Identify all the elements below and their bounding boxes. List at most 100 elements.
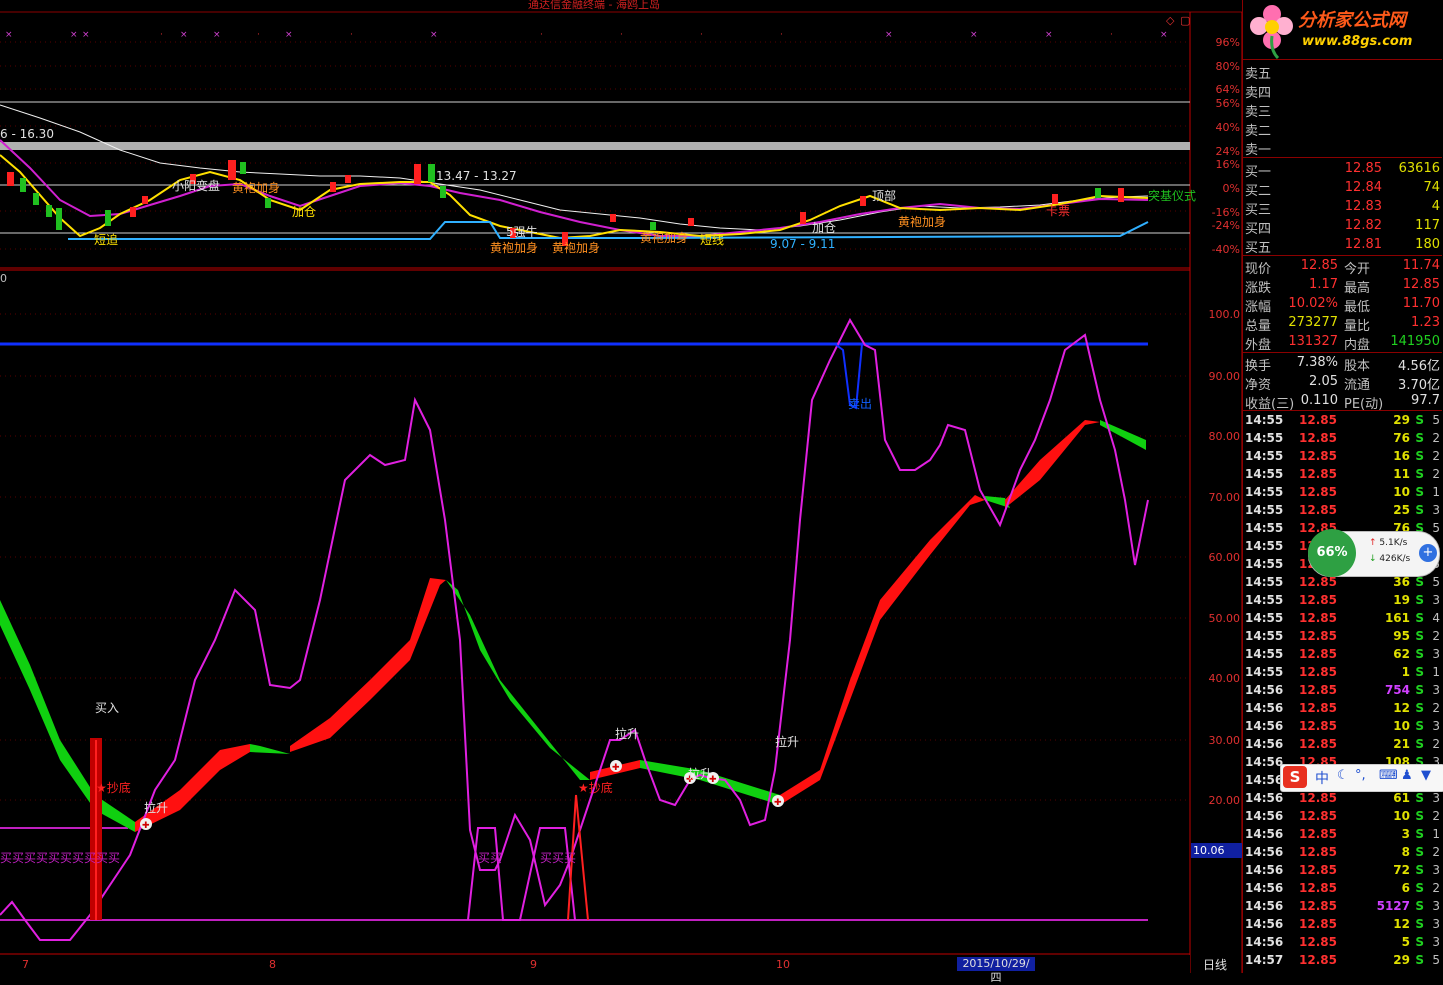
shirt-icon[interactable]: ▼ xyxy=(1421,768,1431,783)
tick-row[interactable]: 14:55 12.85 76 S 2 xyxy=(1243,430,1442,448)
brand-url: www.88gs.com xyxy=(1302,34,1413,49)
svg-text:短追: 短追 xyxy=(94,232,118,247)
tick-row[interactable]: 14:57 12.85 29 S 5 xyxy=(1243,952,1442,970)
svg-text:黄袍加身: 黄袍加身 xyxy=(552,240,600,255)
download-speed: ↓ 426K/s xyxy=(1369,554,1411,564)
svg-text:加仓: 加仓 xyxy=(812,221,836,235)
buy-row-5[interactable]: 买五 12.81 180 xyxy=(1243,236,1442,256)
keyboard-icon[interactable]: ⌨ xyxy=(1379,768,1398,783)
buy-row-2[interactable]: 买二 12.84 74 xyxy=(1243,179,1442,199)
magenta-oscillator xyxy=(0,317,1149,941)
tick-row[interactable]: 14:55 12.85 29 S 5 xyxy=(1243,412,1442,430)
svg-text:突基仪式: 突基仪式 xyxy=(1148,188,1196,203)
tick-row[interactable]: 14:55 12.85 62 S 3 xyxy=(1243,646,1442,664)
svg-text:24%: 24% xyxy=(1216,145,1240,158)
svg-text:×: × xyxy=(430,30,438,40)
svg-text:×: × xyxy=(70,30,78,40)
buy-row-3[interactable]: 买三 12.83 4 xyxy=(1243,198,1442,218)
tick-row[interactable]: 14:56 12.85 3 S 1 xyxy=(1243,826,1442,844)
tick-row[interactable]: 14:56 12.85 6 S 2 xyxy=(1243,880,1442,898)
cursor-date: 2015/10/29/四 xyxy=(957,957,1035,984)
svg-text:黄袍加身: 黄袍加身 xyxy=(898,214,946,229)
svg-text:★抄底: ★抄底 xyxy=(96,780,131,795)
tick-row[interactable]: 14:55 12.85 1 S 1 xyxy=(1243,664,1442,682)
buy-row-4[interactable]: 买四 12.82 117 xyxy=(1243,217,1442,237)
svg-text:▢: ▢ xyxy=(1180,14,1190,27)
tick-row[interactable]: 14:56 12.85 5127 S 3 xyxy=(1243,898,1442,916)
svg-text:64%: 64% xyxy=(1216,83,1240,96)
bottom-right-axis: 100.0 90.00 80.00 70.00 60.00 50.00 40.0… xyxy=(1209,308,1241,807)
tick-row[interactable]: 14:56 12.85 72 S 3 xyxy=(1243,862,1442,880)
svg-text:-16%: -16% xyxy=(1212,206,1240,219)
svg-text:-24%: -24% xyxy=(1212,219,1240,232)
svg-text:×: × xyxy=(213,30,221,40)
tick-row[interactable]: 14:55 12.85 16 S 2 xyxy=(1243,448,1442,466)
ime-logo-icon[interactable]: S xyxy=(1283,766,1307,788)
memory-percent[interactable]: 66% xyxy=(1308,529,1356,577)
svg-text:短线: 短线 xyxy=(700,233,724,247)
tick-row[interactable]: 14:56 12.85 12 S 3 xyxy=(1243,916,1442,934)
svg-text:90.00: 90.00 xyxy=(1209,370,1241,383)
svg-text:×: × xyxy=(1045,30,1053,40)
svg-text:黄袍加身: 黄袍加身 xyxy=(640,230,688,245)
plus-icon[interactable]: + xyxy=(1419,544,1437,562)
sell-row-4[interactable]: 卖四 xyxy=(1243,81,1442,101)
tick-row[interactable]: 14:56 12.85 61 S 3 xyxy=(1243,790,1442,808)
moon-icon[interactable]: ☾ xyxy=(1337,768,1349,783)
stat-row: 涨幅 10.02% 最低 11.70 xyxy=(1245,296,1440,315)
x-label: 7 xyxy=(22,958,29,971)
tick-row[interactable]: 14:55 12.85 19 S 3 xyxy=(1243,592,1442,610)
svg-text:拉升: 拉升 xyxy=(144,800,168,815)
svg-text:买买: 买买 xyxy=(478,851,502,865)
tick-row[interactable]: 14:55 12.85 95 S 2 xyxy=(1243,628,1442,646)
down-arrow-icon: ↓ xyxy=(1369,554,1377,564)
svg-text:5强牛: 5强牛 xyxy=(506,224,538,239)
svg-text:★抄底: ★抄底 xyxy=(578,780,613,795)
svg-text:×: × xyxy=(885,30,893,40)
sell-row-5[interactable]: 卖五 xyxy=(1243,62,1442,82)
ime-mode[interactable]: 中 xyxy=(1315,768,1329,788)
tick-row[interactable]: 14:56 12.85 10 S 3 xyxy=(1243,718,1442,736)
svg-text:0%: 0% xyxy=(1223,182,1240,195)
svg-text:◇: ◇ xyxy=(1166,14,1175,27)
sell-row-3[interactable]: 卖三 xyxy=(1243,100,1442,120)
tick-row[interactable]: 14:55 12.85 11 S 2 xyxy=(1243,466,1442,484)
tick-row[interactable]: 14:55 12.85 25 S 3 xyxy=(1243,502,1442,520)
tick-row[interactable]: 14:56 12.85 754 S 3 xyxy=(1243,682,1442,700)
trend-band xyxy=(0,420,1146,832)
person-icon[interactable]: ♟ xyxy=(1401,768,1413,783)
period-selector[interactable]: 日线 xyxy=(1203,956,1227,973)
svg-text:·: · xyxy=(350,30,353,40)
chart-area[interactable]: × × × × × × × × × × × · · · · · · · · 6 … xyxy=(0,0,1242,973)
punct-icon[interactable]: °, xyxy=(1355,768,1366,783)
sell-row-2[interactable]: 卖二 xyxy=(1243,119,1442,139)
stat-row: 净资 2.05 流通 3.70亿 xyxy=(1245,374,1440,393)
stat-row: 总量 273277 量比 1.23 xyxy=(1245,315,1440,334)
tick-row[interactable]: 14:56 12.85 8 S 2 xyxy=(1243,844,1442,862)
tick-row[interactable]: 14:55 12.85 10 S 1 xyxy=(1243,484,1442,502)
brand-name: 分析家公式网 xyxy=(1298,10,1406,31)
svg-text:×: × xyxy=(5,30,13,40)
svg-text:×: × xyxy=(285,30,293,40)
svg-text:20.00: 20.00 xyxy=(1209,794,1241,807)
svg-text:拉升: 拉升 xyxy=(688,766,712,781)
tick-row[interactable]: 14:55 12.85 161 S 4 xyxy=(1243,610,1442,628)
tick-row[interactable]: 14:56 12.85 5 S 3 xyxy=(1243,934,1442,952)
gray-band xyxy=(0,142,1190,150)
svg-text:黄袍加身: 黄袍加身 xyxy=(232,180,280,195)
cyan-support-line xyxy=(68,221,1149,240)
svg-text:✚: ✚ xyxy=(142,821,150,831)
svg-text:-40%: -40% xyxy=(1212,243,1240,256)
svg-text:小阳变盘: 小阳变盘 xyxy=(172,178,220,193)
tick-row[interactable]: 14:56 12.85 10 S 2 xyxy=(1243,808,1442,826)
sell-row-1[interactable]: 卖一 xyxy=(1243,138,1442,158)
svg-text:✚: ✚ xyxy=(612,763,620,773)
buy-row-1[interactable]: 买一 12.85 63616 xyxy=(1243,160,1442,180)
top-corner-icons[interactable]: ◇ ▢ xyxy=(1166,14,1190,27)
tick-row[interactable]: 14:56 12.85 21 S 2 xyxy=(1243,736,1442,754)
svg-text:顶部: 顶部 xyxy=(872,188,896,203)
price-range-3: 9.07 - 9.11 xyxy=(770,237,835,251)
svg-text:96%: 96% xyxy=(1216,36,1240,49)
tick-row[interactable]: 14:56 12.85 12 S 2 xyxy=(1243,700,1442,718)
svg-text:×: × xyxy=(82,30,90,40)
